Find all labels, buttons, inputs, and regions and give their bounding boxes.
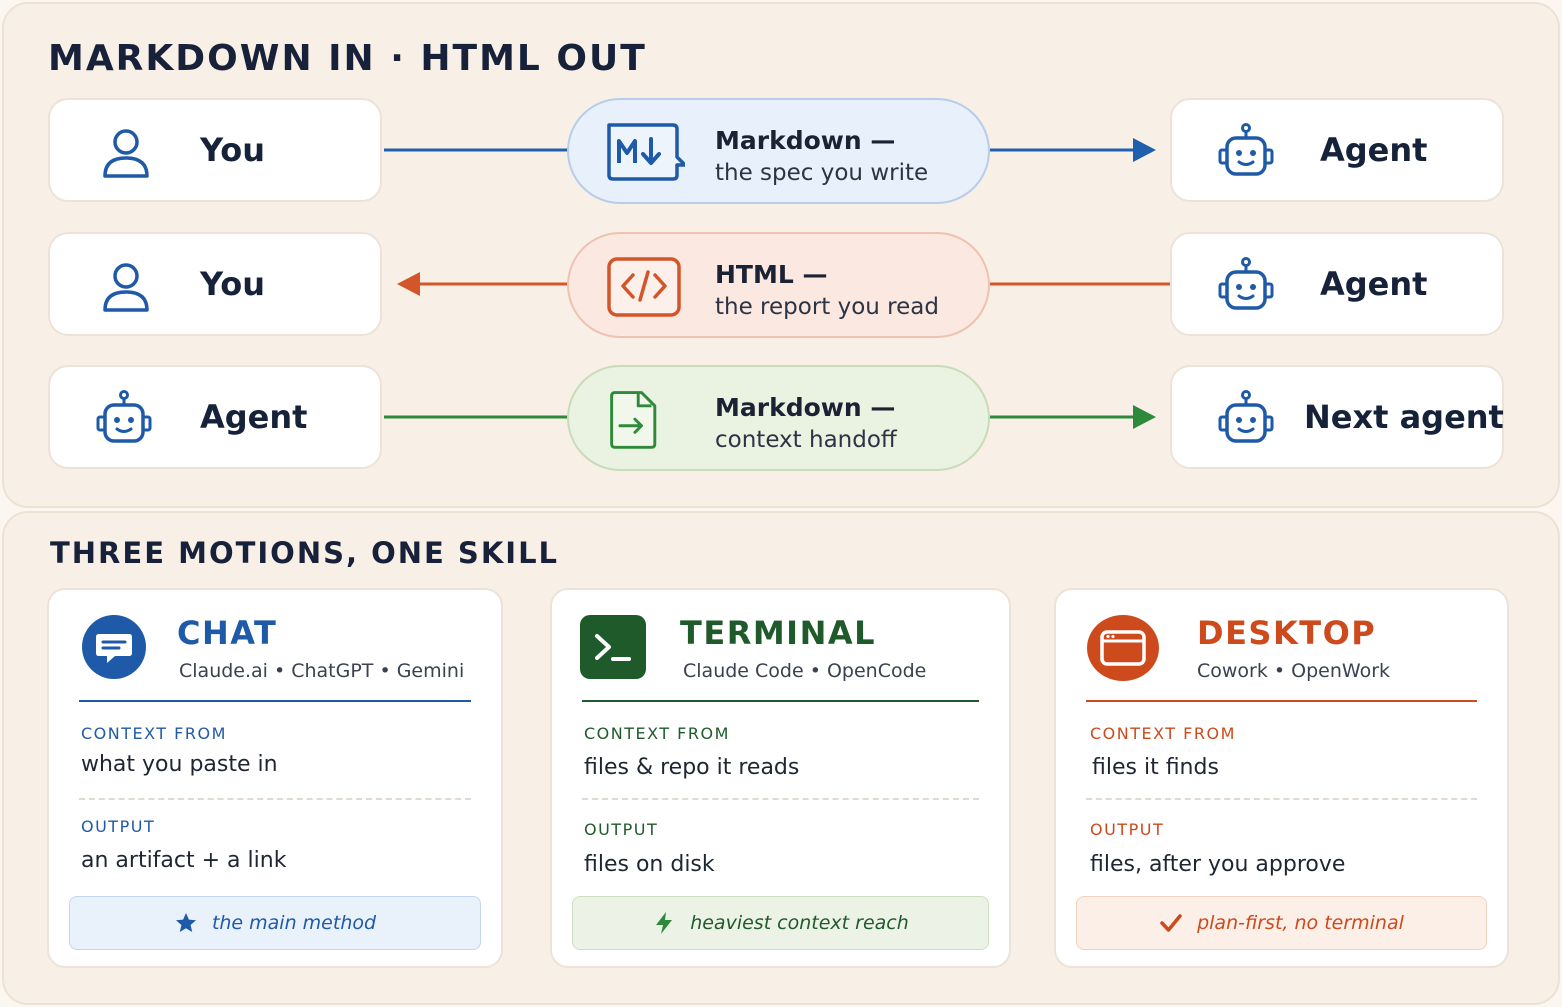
star-icon [175, 913, 196, 932]
card-dashed-divider [79, 798, 471, 800]
card-dashed-divider [1086, 798, 1477, 800]
output-value: an artifact + a link [81, 848, 287, 873]
pill-subtitle: the spec you write [715, 160, 929, 186]
file-arrow-icon [610, 391, 657, 449]
card-divider [1086, 700, 1477, 702]
flow-node-agent-1: Agent [1170, 98, 1504, 202]
node-label: Agent [1320, 265, 1428, 303]
badge-plan-first: plan-first, no terminal [1076, 896, 1487, 950]
output-label: OUTPUT [584, 820, 659, 839]
pill-markdown-handoff: Markdown — context handoff [567, 365, 990, 471]
robot-icon [1218, 390, 1274, 443]
pill-markdown-spec: Markdown — the spec you write [567, 98, 990, 204]
context-label: CONTEXT FROM [1090, 724, 1236, 743]
person-icon [103, 263, 149, 312]
robot-icon [1218, 257, 1274, 310]
node-label: You [200, 131, 265, 169]
card-title: TERMINAL [680, 614, 877, 652]
robot-icon [96, 390, 152, 443]
flow-node-you-1: You [48, 98, 382, 202]
pill-subtitle: context handoff [715, 427, 897, 453]
markdown-icon [607, 123, 685, 181]
node-label: Next agent [1304, 398, 1504, 436]
robot-icon [1218, 123, 1274, 176]
pill-html-report: HTML — the report you read [567, 232, 990, 338]
output-value: files on disk [584, 852, 715, 877]
motions-section-title: THREE MOTIONS, ONE SKILL [50, 536, 560, 570]
output-label: OUTPUT [81, 817, 156, 836]
terminal-icon [580, 615, 646, 679]
code-icon [607, 257, 681, 317]
card-terminal: TERMINAL Claude Code • OpenCode CONTEXT … [550, 588, 1011, 968]
output-value: files, after you approve [1090, 852, 1346, 877]
node-label: Agent [1320, 131, 1428, 169]
card-tools: Claude Code • OpenCode [683, 660, 927, 682]
flow-node-agent-3: Agent [48, 365, 382, 469]
chat-bubble-icon [82, 615, 146, 679]
lightning-icon [656, 912, 673, 934]
card-desktop: DESKTOP Cowork • OpenWork CONTEXT FROM f… [1054, 588, 1509, 968]
pill-title: HTML — [715, 260, 828, 289]
context-value: what you paste in [81, 752, 278, 777]
card-divider [79, 700, 471, 702]
context-label: CONTEXT FROM [81, 724, 227, 743]
card-tools: Claude.ai • ChatGPT • Gemini [179, 660, 465, 682]
card-dashed-divider [582, 798, 979, 800]
badge-main-method: the main method [69, 896, 481, 950]
node-label: You [200, 265, 265, 303]
output-label: OUTPUT [1090, 820, 1165, 839]
context-value: files & repo it reads [584, 755, 800, 780]
flow-node-agent-2: Agent [1170, 232, 1504, 336]
pill-subtitle: the report you read [715, 294, 939, 320]
pill-title: Markdown — [715, 393, 896, 422]
card-divider [582, 700, 979, 702]
badge-text: the main method [211, 912, 377, 934]
context-label: CONTEXT FROM [584, 724, 730, 743]
flow-node-you-2: You [48, 232, 382, 336]
card-tools: Cowork • OpenWork [1197, 660, 1391, 682]
card-title: CHAT [177, 614, 278, 652]
person-icon [103, 129, 149, 178]
pill-title: Markdown — [715, 126, 896, 155]
check-icon [1160, 914, 1182, 932]
badge-text: heaviest context reach [690, 912, 909, 934]
context-value: files it finds [1092, 755, 1219, 780]
card-title: DESKTOP [1197, 614, 1377, 652]
card-chat: CHAT Claude.ai • ChatGPT • Gemini CONTEX… [47, 588, 503, 968]
flow-node-next-agent: Next agent [1170, 365, 1504, 469]
node-label: Agent [200, 398, 308, 436]
badge-context-reach: heaviest context reach [572, 896, 989, 950]
badge-text: plan-first, no terminal [1197, 912, 1404, 934]
window-icon [1087, 615, 1159, 681]
flow-section-title: MARKDOWN IN · HTML OUT [48, 38, 647, 79]
